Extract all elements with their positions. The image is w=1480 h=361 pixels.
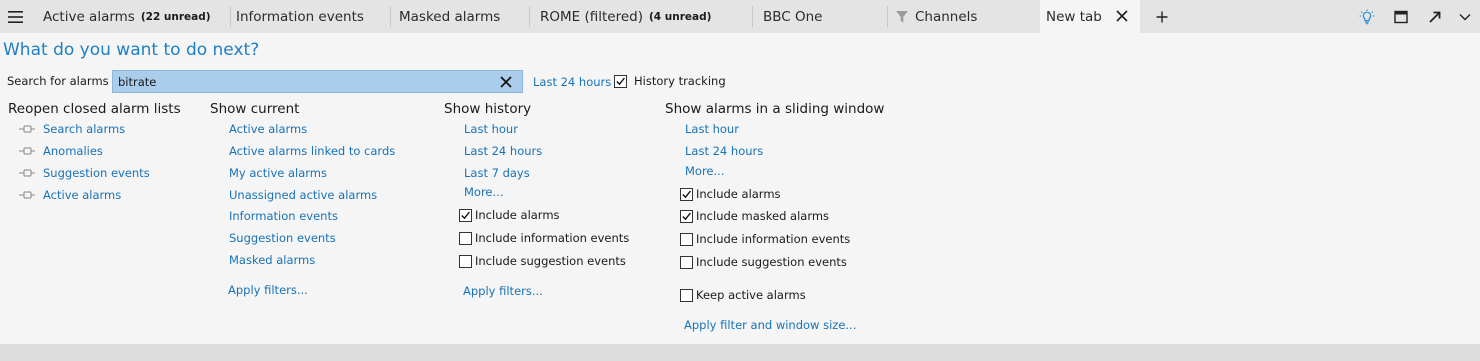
- history-link[interactable]: Last 7 days: [464, 166, 530, 180]
- status-bar: [0, 344, 1480, 361]
- history-link[interactable]: Last 24 hours: [464, 144, 542, 158]
- hamburger-menu-icon[interactable]: [0, 0, 30, 33]
- tab-label: Masked alarms: [399, 8, 501, 25]
- sliding-include-information-events-checkbox[interactable]: Include information events: [680, 232, 850, 246]
- sliding-window-heading: Show alarms in a sliding window: [665, 101, 885, 117]
- close-icon[interactable]: [500, 76, 512, 88]
- time-range-link[interactable]: Last 24 hours: [533, 75, 611, 89]
- history-include-alarms-checkbox[interactable]: Include alarms: [459, 208, 560, 222]
- tab-label: ROME (filtered): [540, 8, 643, 25]
- tab-label: Channels: [915, 8, 978, 25]
- sliding-link[interactable]: Last 24 hours: [685, 144, 763, 158]
- reopen-item[interactable]: Anomalies: [19, 144, 103, 158]
- reopen-item[interactable]: Search alarms: [19, 122, 125, 136]
- current-link[interactable]: Unassigned active alarms: [229, 188, 377, 202]
- checkbox-box[interactable]: [459, 231, 472, 245]
- checkbox-label: Include information events: [696, 232, 851, 246]
- funnel-icon: [896, 10, 908, 22]
- history-link[interactable]: Last hour: [464, 122, 518, 136]
- pop-out-icon[interactable]: [1420, 0, 1450, 33]
- reopen-heading: Reopen closed alarm lists: [8, 101, 181, 117]
- reopen-link[interactable]: Search alarms: [43, 122, 125, 136]
- checkbox-label: Keep active alarms: [696, 288, 806, 302]
- reopen-link[interactable]: Active alarms: [43, 188, 121, 202]
- sliding-include-suggestion-events-checkbox[interactable]: Include suggestion events: [680, 255, 847, 269]
- tab-bbc-one[interactable]: BBC One: [753, 0, 888, 33]
- page-title: What do you want to do next?: [3, 40, 260, 60]
- current-link[interactable]: Information events: [229, 209, 338, 223]
- sliding-include-alarms-checkbox[interactable]: Include alarms: [680, 187, 781, 201]
- checkbox-box[interactable]: [680, 187, 693, 201]
- search-label: Search for alarms: [7, 74, 109, 88]
- current-link[interactable]: Active alarms linked to cards: [229, 144, 395, 158]
- history-tracking-checkbox[interactable]: History tracking: [614, 74, 726, 88]
- show-history-heading: Show history: [444, 101, 532, 117]
- pin-icon: [19, 125, 35, 133]
- history-include-suggestion-events-checkbox[interactable]: Include suggestion events: [459, 254, 626, 268]
- plus-icon[interactable]: [1152, 0, 1172, 33]
- current-link[interactable]: Masked alarms: [229, 253, 315, 267]
- checkbox-label: Include alarms: [475, 208, 560, 222]
- tab-new-tab[interactable]: New tab: [1040, 0, 1140, 33]
- checkbox-box[interactable]: [680, 255, 693, 269]
- sliding-more-link[interactable]: More...: [685, 164, 724, 178]
- history-include-information-events-checkbox[interactable]: Include information events: [459, 231, 629, 245]
- tab-channels[interactable]: Channels: [885, 0, 1040, 33]
- tab-active-alarms[interactable]: Active alarms (22 unread): [33, 0, 231, 33]
- history-more-link[interactable]: More...: [464, 185, 503, 199]
- current-link[interactable]: Suggestion events: [229, 231, 336, 245]
- unread-badge: (22 unread): [140, 10, 211, 23]
- chevron-down-icon[interactable]: [1450, 0, 1480, 33]
- tab-label: BBC One: [763, 8, 823, 25]
- close-icon[interactable]: [1116, 10, 1128, 22]
- search-input[interactable]: [118, 73, 488, 90]
- tab-label: New tab: [1046, 8, 1102, 25]
- search-box: [112, 70, 523, 93]
- checkbox-label: Include suggestion events: [696, 255, 847, 269]
- checkbox-label: History tracking: [634, 74, 726, 88]
- current-link[interactable]: Active alarms: [229, 122, 307, 136]
- pin-icon: [19, 147, 35, 155]
- keep-active-alarms-checkbox[interactable]: Keep active alarms: [680, 288, 806, 302]
- sliding-link[interactable]: Last hour: [685, 122, 739, 136]
- checkbox-box[interactable]: [680, 288, 693, 302]
- checkbox-box[interactable]: [680, 209, 693, 223]
- tab-label: Active alarms: [43, 8, 135, 25]
- reopen-item[interactable]: Active alarms: [19, 188, 121, 202]
- checkbox-box[interactable]: [459, 254, 472, 268]
- checkbox-label: Include information events: [475, 231, 630, 245]
- pin-icon: [19, 169, 35, 177]
- checkbox-box[interactable]: [614, 74, 627, 88]
- tab-masked-alarms[interactable]: Masked alarms: [389, 0, 530, 33]
- apply-filter-window-size-link[interactable]: Apply filter and window size...: [684, 318, 856, 332]
- tab-rome-filtered[interactable]: ROME (filtered) (4 unread): [530, 0, 753, 33]
- checkbox-label: Include masked alarms: [696, 209, 830, 223]
- tab-information-events[interactable]: Information events: [226, 0, 391, 33]
- unread-badge: (4 unread): [649, 10, 712, 23]
- checkbox-box[interactable]: [680, 232, 693, 246]
- sliding-include-masked-alarms-checkbox[interactable]: Include masked alarms: [680, 209, 829, 223]
- reopen-link[interactable]: Suggestion events: [43, 166, 150, 180]
- current-apply-filters-link[interactable]: Apply filters...: [228, 283, 308, 297]
- checkbox-label: Include suggestion events: [475, 254, 626, 268]
- history-apply-filters-link[interactable]: Apply filters...: [463, 284, 543, 298]
- checkbox-box[interactable]: [459, 208, 472, 222]
- current-link[interactable]: My active alarms: [229, 166, 327, 180]
- reopen-link[interactable]: Anomalies: [43, 144, 103, 158]
- checkbox-label: Include alarms: [696, 187, 781, 201]
- show-current-heading: Show current: [210, 101, 300, 117]
- pin-icon: [19, 191, 35, 199]
- lightbulb-icon[interactable]: [1352, 0, 1382, 33]
- tab-label: Information events: [236, 8, 364, 25]
- maximize-window-icon[interactable]: [1386, 0, 1416, 33]
- tab-bar: Active alarms (22 unread) Information ev…: [0, 0, 1480, 33]
- reopen-item[interactable]: Suggestion events: [19, 166, 150, 180]
